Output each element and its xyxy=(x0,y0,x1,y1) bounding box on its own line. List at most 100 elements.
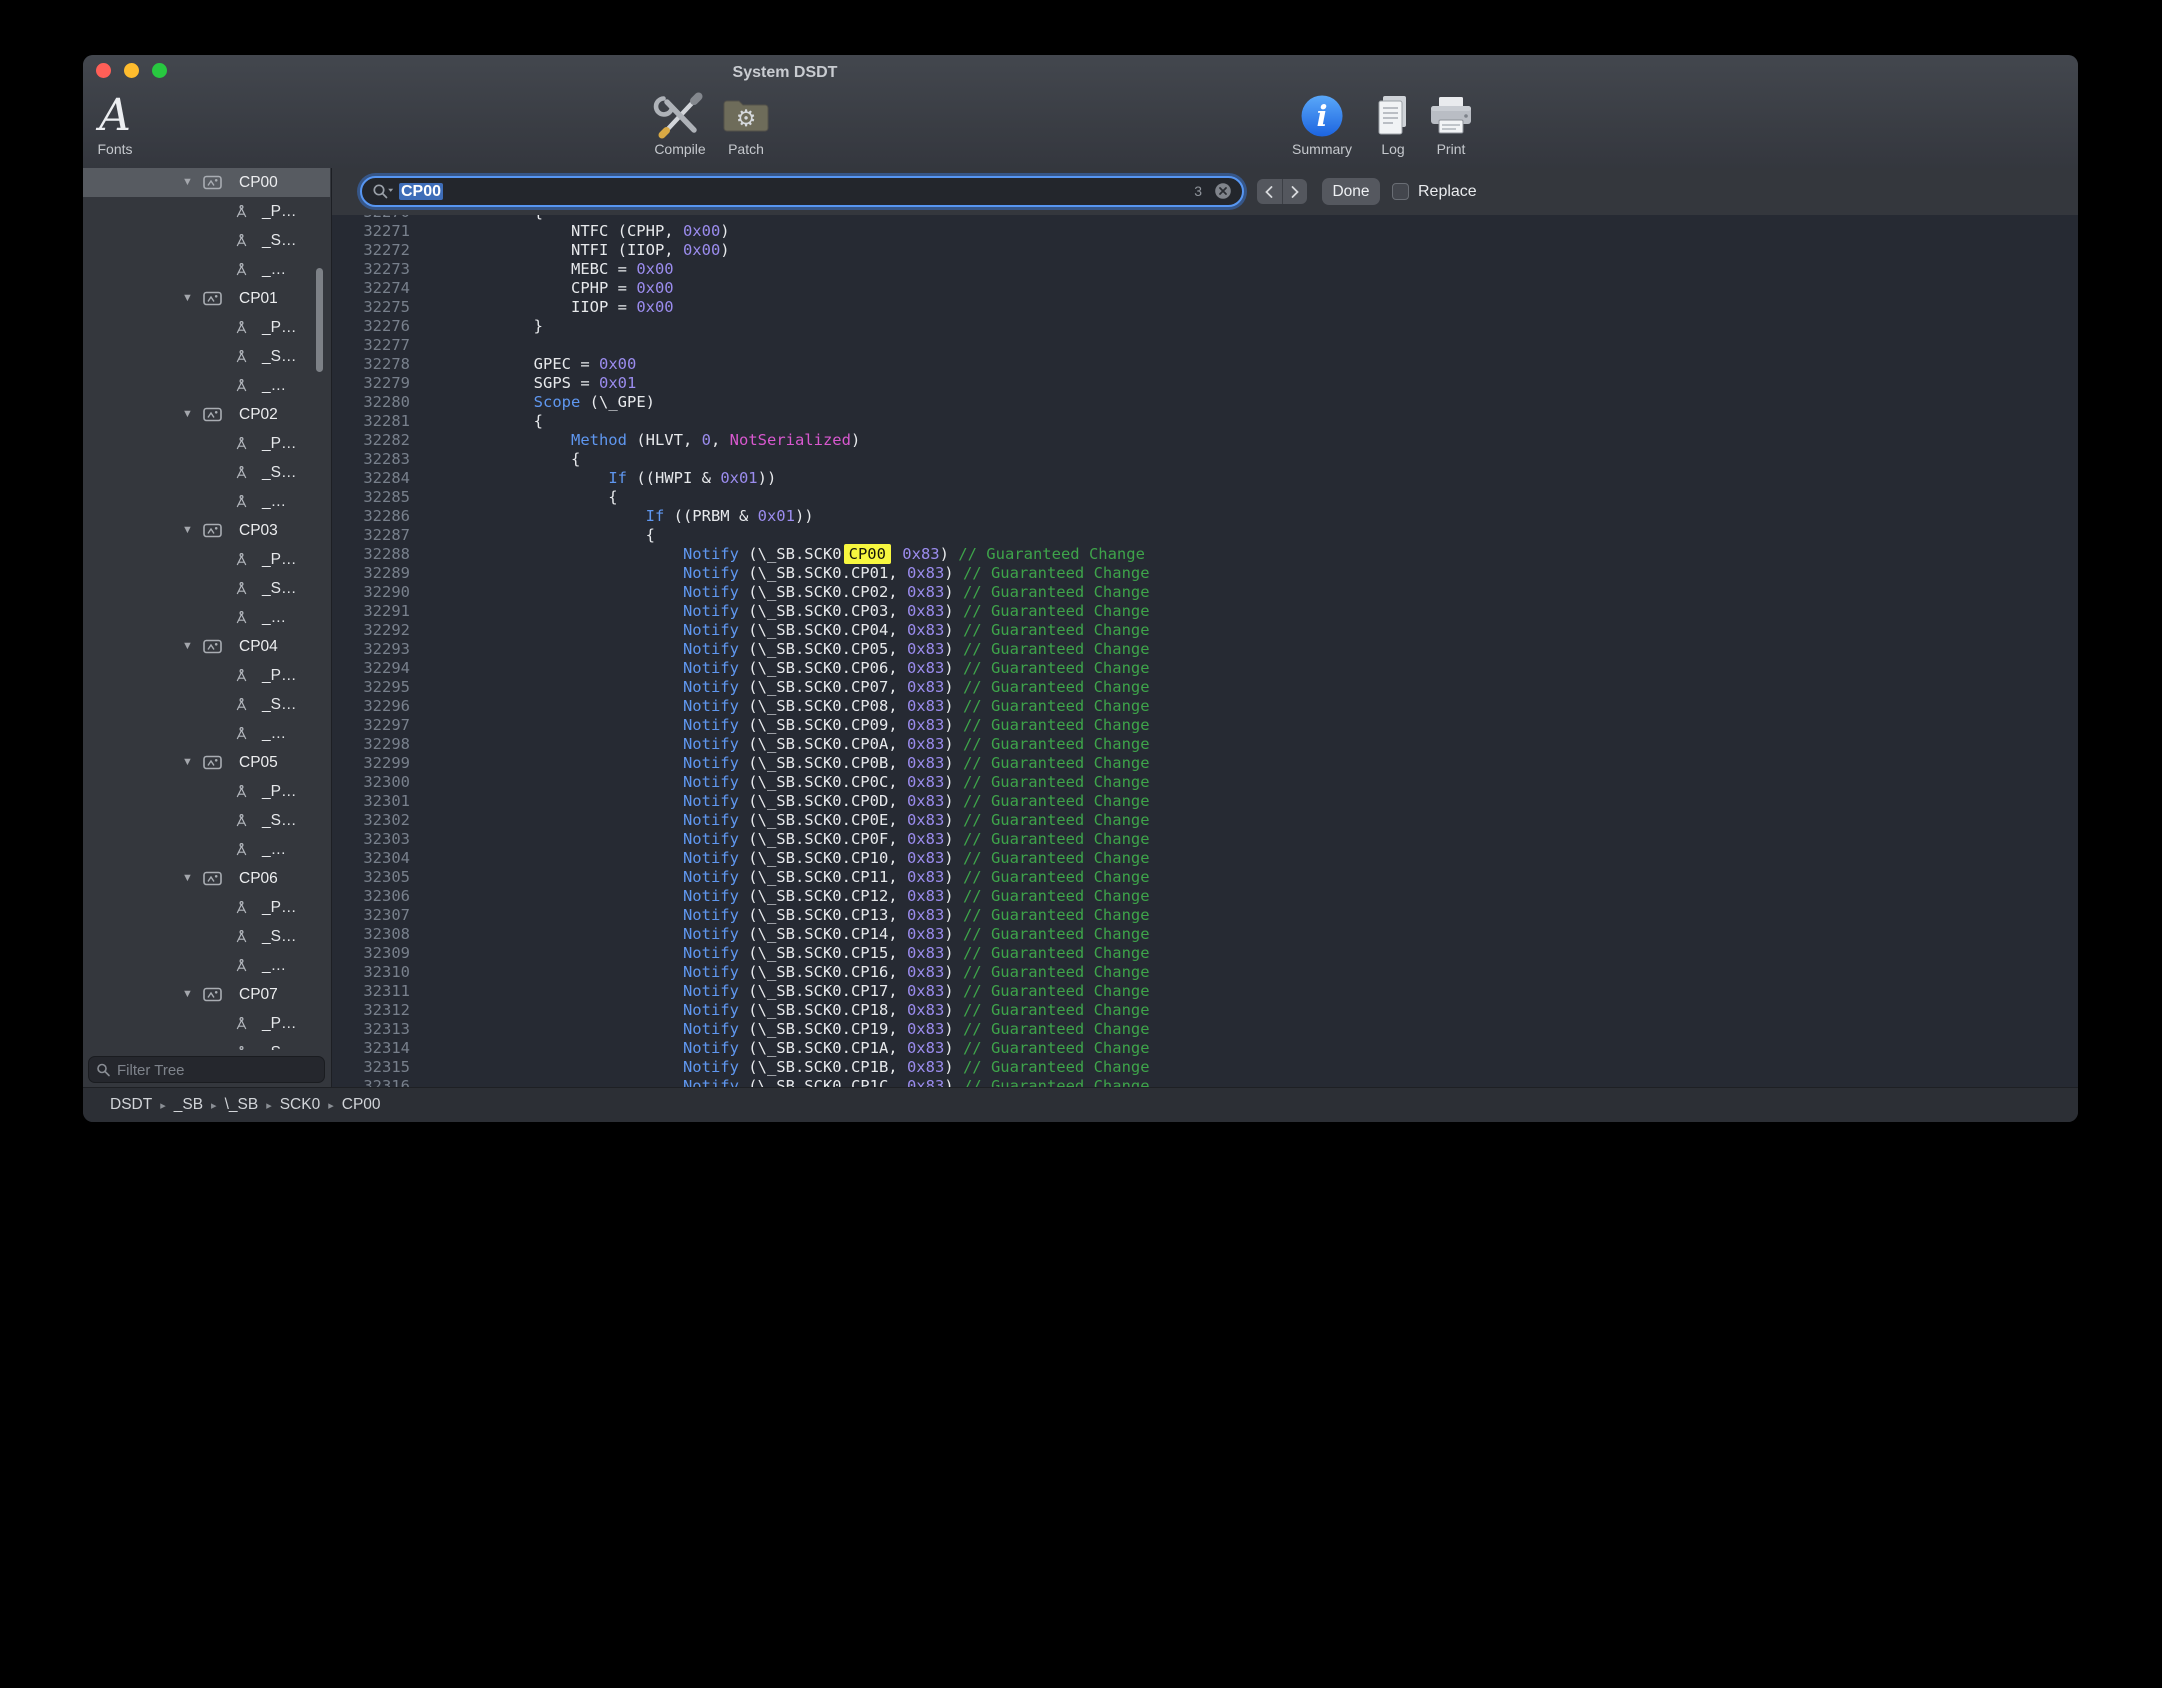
tree-item-child[interactable]: _… xyxy=(83,603,330,632)
toolbar-item-patch[interactable]: ⚙ Patch xyxy=(721,91,771,157)
code-line: 32275 IIOP = 0x00 xyxy=(332,298,2078,317)
code-line: 32289 Notify (\_SB.SCK0.CP01, 0x83) // G… xyxy=(332,564,2078,583)
tree-item-child[interactable]: _P… xyxy=(83,777,330,806)
find-next-button[interactable] xyxy=(1282,179,1308,204)
code-editor[interactable]: 32270 {32271 NTFC (CPHP, 0x00)32272 NTFI… xyxy=(332,215,2078,1088)
line-number: 32302 xyxy=(332,811,410,830)
code-line: 32287 { xyxy=(332,526,2078,545)
disclosure-triangle-icon[interactable]: ▼ xyxy=(182,168,193,197)
tree-item-label: _S… xyxy=(262,922,296,951)
info-icon: i xyxy=(1292,91,1352,140)
tree-item-cp06[interactable]: ▼CP06 xyxy=(83,864,330,893)
toolbar-item-compile[interactable]: Compile xyxy=(653,91,707,157)
code-line: 32310 Notify (\_SB.SCK0.CP16, 0x83) // G… xyxy=(332,963,2078,982)
scope-icon xyxy=(203,755,222,775)
disclosure-triangle-icon[interactable]: ▼ xyxy=(182,284,193,313)
tree-item-child[interactable]: _… xyxy=(83,255,330,284)
code-line: 32307 Notify (\_SB.SCK0.CP13, 0x83) // G… xyxy=(332,906,2078,925)
toolbar-item-summary[interactable]: i Summary xyxy=(1292,91,1352,157)
tree-item-child[interactable]: _S… xyxy=(83,226,330,255)
line-number: 32307 xyxy=(332,906,410,925)
code-line: 32274 CPHP = 0x00 xyxy=(332,279,2078,298)
code-line: 32279 SGPS = 0x01 xyxy=(332,374,2078,393)
disclosure-triangle-icon[interactable]: ▼ xyxy=(182,516,193,545)
tree-item-cp01[interactable]: ▼CP01 xyxy=(83,284,330,313)
tree-item-child[interactable]: _P… xyxy=(83,197,330,226)
line-number: 32293 xyxy=(332,640,410,659)
filter-tree-field[interactable] xyxy=(88,1056,325,1083)
tree-item-child[interactable]: _… xyxy=(83,719,330,748)
toolbar-item-fonts[interactable]: A Fonts xyxy=(97,91,132,157)
disclosure-triangle-icon[interactable]: ▼ xyxy=(182,748,193,777)
sidebar-scrollbar[interactable] xyxy=(316,268,323,372)
tree-item-child[interactable]: _S… xyxy=(83,690,330,719)
tree-item-cp02[interactable]: ▼CP02 xyxy=(83,400,330,429)
minimize-button[interactable] xyxy=(124,63,139,78)
tree-item-child[interactable]: _S… xyxy=(83,922,330,951)
filter-tree-input[interactable] xyxy=(115,1057,320,1084)
disclosure-triangle-icon[interactable]: ▼ xyxy=(182,864,193,893)
code-line: 32280 Scope (\_GPE) xyxy=(332,393,2078,412)
method-icon xyxy=(235,669,248,688)
app-window: System DSDT A Fonts xyxy=(83,55,2078,1122)
tree-item-label: _… xyxy=(262,487,286,516)
tree-item-child[interactable]: _S… xyxy=(83,458,330,487)
line-number: 32305 xyxy=(332,868,410,887)
tree-item-child[interactable]: _S… xyxy=(83,806,330,835)
code-line: 32271 NTFC (CPHP, 0x00) xyxy=(332,222,2078,241)
tree-item-child[interactable]: _… xyxy=(83,371,330,400)
line-number: 32310 xyxy=(332,963,410,982)
tree-item-child[interactable]: _P… xyxy=(83,313,330,342)
tree-item-cp00[interactable]: ▼CP00 xyxy=(83,168,330,197)
line-number: 32294 xyxy=(332,659,410,678)
code-line: 32288 Notify (\_SB.SCK0CP00 0x83) // Gua… xyxy=(332,545,2078,564)
breadcrumb-item[interactable]: CP00 xyxy=(342,1096,381,1113)
search-input[interactable]: CP00 3 xyxy=(360,176,1244,207)
code-line: 32315 Notify (\_SB.SCK0.CP1B, 0x83) // G… xyxy=(332,1058,2078,1077)
tree-item-cp07[interactable]: ▼ CP07 xyxy=(83,980,330,1009)
clear-search-icon[interactable] xyxy=(1214,182,1232,200)
disclosure-triangle-icon[interactable]: ▼ xyxy=(182,980,193,1009)
svg-text:i: i xyxy=(1316,99,1327,133)
disclosure-triangle-icon[interactable]: ▼ xyxy=(182,400,193,429)
zoom-button[interactable] xyxy=(152,63,167,78)
tree-item-label: CP07 xyxy=(239,980,278,1009)
line-number: 32300 xyxy=(332,773,410,792)
toolbar-item-log[interactable]: Log xyxy=(1370,91,1416,157)
replace-checkbox[interactable] xyxy=(1392,183,1409,200)
method-icon xyxy=(235,959,248,978)
tree-item-child[interactable]: _P… xyxy=(83,893,330,922)
tree-item-child[interactable]: _P… xyxy=(83,429,330,458)
tree-item-child[interactable]: _P… xyxy=(83,1009,330,1038)
tree-item-child[interactable]: _S… xyxy=(83,574,330,603)
done-button[interactable]: Done xyxy=(1322,178,1380,205)
search-menu-icon[interactable] xyxy=(371,182,395,206)
tree-item-label: _S… xyxy=(262,458,296,487)
tree-item-cp03[interactable]: ▼CP03 xyxy=(83,516,330,545)
breadcrumb-item[interactable]: SCK0 xyxy=(280,1096,321,1113)
tree-item-cp04[interactable]: ▼CP04 xyxy=(83,632,330,661)
line-number: 32278 xyxy=(332,355,410,374)
breadcrumb-item[interactable]: DSDT xyxy=(110,1096,152,1113)
breadcrumb-item[interactable]: _SB xyxy=(174,1096,203,1113)
tree-item-child[interactable]: _S… xyxy=(83,342,330,371)
code-line: 32300 Notify (\_SB.SCK0.CP0C, 0x83) // G… xyxy=(332,773,2078,792)
tree-item-child[interactable]: _S… xyxy=(83,1038,330,1050)
tree-item-child[interactable]: _P… xyxy=(83,545,330,574)
line-number: 32301 xyxy=(332,792,410,811)
breadcrumb-item[interactable]: \_SB xyxy=(225,1096,259,1113)
tree-item-child[interactable]: _… xyxy=(83,487,330,516)
sidebar-tree: ▼CP00_P…_S…_…▼CP01_P…_S…_…▼CP02_P…_S…_…▼… xyxy=(83,168,330,1050)
tree-item-label: _S… xyxy=(262,226,296,255)
tree-item-child[interactable]: _… xyxy=(83,835,330,864)
method-icon xyxy=(235,727,248,746)
tree-item-child[interactable]: _… xyxy=(83,951,330,980)
code-line: 32282 Method (HLVT, 0, NotSerialized) xyxy=(332,431,2078,450)
toolbar-item-print[interactable]: Print xyxy=(1426,91,1476,157)
tree-item-cp05[interactable]: ▼CP05 xyxy=(83,748,330,777)
disclosure-triangle-icon[interactable]: ▼ xyxy=(182,632,193,661)
find-previous-button[interactable] xyxy=(1257,179,1282,204)
tree-item-child[interactable]: _P… xyxy=(83,661,330,690)
code-line: 32314 Notify (\_SB.SCK0.CP1A, 0x83) // G… xyxy=(332,1039,2078,1058)
close-button[interactable] xyxy=(96,63,111,78)
